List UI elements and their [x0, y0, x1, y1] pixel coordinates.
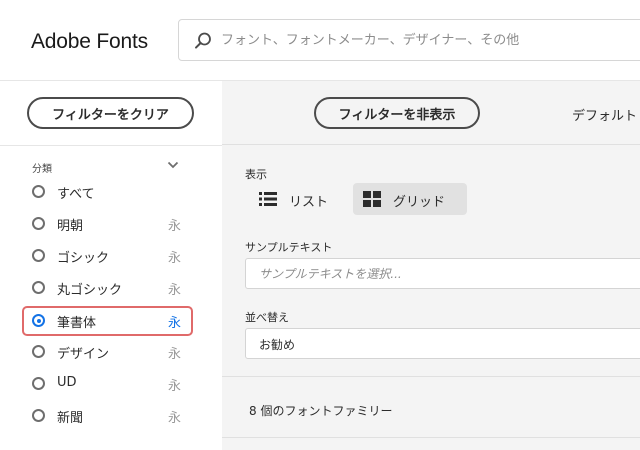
category-item-maru-gothic[interactable]: 丸ゴシック 永 — [22, 273, 193, 303]
category-label: 明朝 — [57, 219, 84, 234]
filter-sidebar: フィルターをクリア 分類 すべて 明朝 永 ゴシック 永 丸ゴシック 永 筆書体… — [0, 81, 222, 450]
category-sample-glyph: 永 — [167, 411, 181, 426]
main-content: フィルターを非表示 デフォルト 表示 リスト グリッド サンプルテキスト 並べ替… — [222, 81, 640, 450]
radio-button[interactable] — [32, 249, 45, 262]
category-item-newspaper[interactable]: 新聞 永 — [22, 401, 193, 431]
category-sample-glyph: 永 — [167, 251, 181, 266]
sample-text-field[interactable] — [245, 258, 640, 289]
clear-filters-button[interactable]: フィルターをクリア — [27, 97, 194, 129]
category-sample-glyph: 永 — [167, 283, 181, 298]
category-label: 新聞 — [57, 411, 84, 426]
adobe-fonts-logo[interactable]: Adobe Fonts — [31, 30, 148, 54]
category-item-mincho[interactable]: 明朝 永 — [22, 209, 193, 239]
grid-icon — [363, 191, 381, 207]
results-divider — [222, 376, 640, 377]
results-toolbar: フィルターを非表示 デフォルト — [222, 81, 640, 145]
list-view-button[interactable]: リスト — [249, 183, 349, 215]
font-family-count: 8 個のフォントファミリー — [249, 404, 393, 418]
search-input[interactable] — [221, 28, 640, 52]
radio-button[interactable] — [32, 217, 45, 230]
sample-text-label: サンプルテキスト — [245, 241, 333, 254]
list-icon — [259, 192, 277, 206]
grid-view-button[interactable]: グリッド — [353, 183, 467, 215]
radio-button[interactable] — [32, 281, 45, 294]
category-label: デザイン — [57, 347, 110, 362]
sample-text-input[interactable] — [259, 265, 639, 283]
search-box[interactable] — [178, 19, 640, 61]
sort-select[interactable]: お勧め — [245, 328, 640, 359]
category-sample-glyph: 永 — [167, 347, 181, 362]
category-item-gothic[interactable]: ゴシック 永 — [22, 241, 193, 271]
radio-button[interactable] — [32, 345, 45, 358]
category-label: UD — [57, 375, 77, 390]
display-label: 表示 — [245, 168, 267, 181]
radio-button-selected[interactable] — [32, 314, 45, 327]
category-sample-glyph: 永 — [167, 379, 181, 394]
category-label: すべて — [57, 187, 95, 202]
category-item-design[interactable]: デザイン 永 — [22, 337, 193, 367]
category-item-all[interactable]: すべて — [22, 177, 193, 207]
sort-default-dropdown[interactable]: デフォルト — [572, 105, 637, 124]
grid-view-label: グリッド — [393, 195, 446, 210]
radio-button[interactable] — [32, 377, 45, 390]
sort-label: 並べ替え — [245, 311, 289, 324]
results-divider-bottom — [222, 437, 640, 438]
sort-select-value: お勧め — [259, 338, 296, 352]
category-sample-glyph: 永 — [167, 219, 181, 234]
chevron-down-icon[interactable] — [167, 159, 179, 171]
search-icon — [195, 32, 211, 49]
header: Adobe Fonts — [0, 0, 640, 80]
category-sample-glyph: 永 — [167, 316, 181, 331]
classification-section-label: 分類 — [32, 164, 52, 175]
list-view-label: リスト — [289, 195, 329, 210]
radio-button[interactable] — [32, 409, 45, 422]
category-item-ud[interactable]: UD 永 — [22, 369, 193, 399]
hide-filters-button[interactable]: フィルターを非表示 — [314, 97, 480, 129]
category-item-brush[interactable]: 筆書体 永 — [22, 306, 193, 336]
sidebar-divider — [0, 145, 222, 146]
category-label: ゴシック — [57, 251, 110, 266]
radio-button[interactable] — [32, 185, 45, 198]
category-label: 筆書体 — [57, 316, 97, 331]
category-label: 丸ゴシック — [57, 283, 123, 298]
